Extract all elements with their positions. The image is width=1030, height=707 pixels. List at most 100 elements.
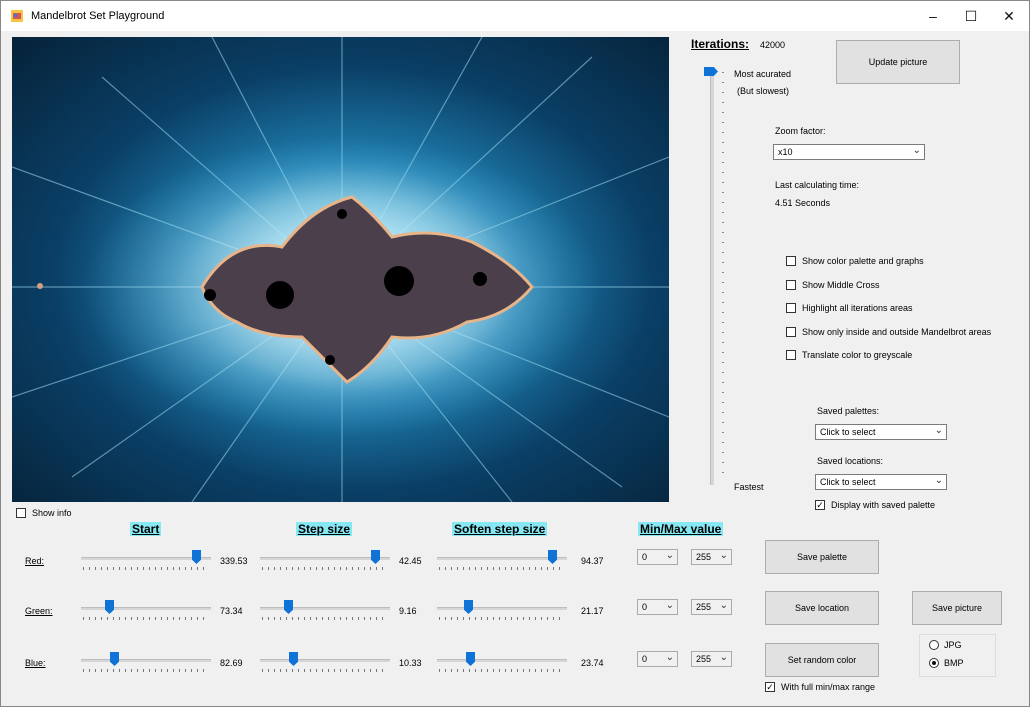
slider-track[interactable]	[437, 557, 567, 560]
min-value: 0	[642, 552, 648, 562]
slider-thumb[interactable]	[284, 600, 293, 614]
update-picture-button[interactable]: Update picture	[836, 40, 960, 84]
bmp-radio[interactable]: BMP	[929, 658, 964, 668]
step-slider[interactable]	[260, 600, 390, 620]
step-slider[interactable]	[260, 550, 390, 570]
start-slider[interactable]	[81, 600, 211, 620]
chevron-down-icon: ⌄	[665, 652, 674, 663]
slider-thumb[interactable]	[371, 550, 380, 564]
slider-track[interactable]	[437, 607, 567, 610]
checkbox-box[interactable]: ✓	[815, 500, 825, 510]
bmp-label: BMP	[944, 658, 964, 668]
iterations-label: Iterations:	[691, 37, 750, 51]
saved-palettes-label: Saved palettes:	[817, 406, 880, 416]
mandelbrot-render	[12, 37, 669, 502]
start-slider[interactable]	[81, 652, 211, 672]
min-value: 0	[642, 602, 648, 612]
checkbox-box[interactable]	[786, 350, 796, 360]
window-title: Mandelbrot Set Playground	[31, 10, 165, 22]
chevron-down-icon: ⌄	[665, 600, 674, 611]
slider-thumb[interactable]	[464, 600, 473, 614]
app-icon	[11, 10, 23, 22]
soften-slider[interactable]	[437, 652, 567, 672]
max-value: 255	[696, 552, 712, 562]
iterations-top-label: Most acurated	[734, 69, 792, 79]
slider-track[interactable]	[260, 659, 390, 662]
option-checkbox[interactable]: Translate color to greyscale	[786, 350, 912, 360]
radio-dot[interactable]	[929, 658, 939, 668]
option-checkbox[interactable]: Show Middle Cross	[786, 280, 880, 290]
chevron-down-icon: ⌄	[719, 600, 728, 611]
slider-thumb[interactable]	[105, 600, 114, 614]
radio-dot[interactable]	[929, 640, 939, 650]
slider-ticks	[439, 669, 565, 672]
checkbox-box[interactable]	[786, 327, 796, 337]
option-checkbox[interactable]: Show color palette and graphs	[786, 256, 924, 266]
slider-ticks	[83, 617, 209, 620]
display-saved-palette-label: Display with saved palette	[831, 500, 936, 510]
step-slider[interactable]	[260, 652, 390, 672]
save-location-button[interactable]: Save location	[765, 591, 879, 625]
option-label: Translate color to greyscale	[802, 350, 913, 360]
slider-track[interactable]	[81, 557, 211, 560]
slider-track[interactable]	[260, 607, 390, 610]
min-select[interactable]: 0 ⌄	[637, 651, 678, 667]
save-picture-button[interactable]: Save picture	[912, 591, 1002, 625]
zoom-label: Zoom factor:	[775, 126, 826, 136]
slider-thumb[interactable]	[466, 652, 475, 666]
min-select[interactable]: 0 ⌄	[637, 599, 678, 615]
slider-track[interactable]	[81, 607, 211, 610]
max-select[interactable]: 255 ⌄	[691, 599, 732, 615]
show-info-checkbox[interactable]: Show info	[16, 508, 72, 518]
start-slider[interactable]	[81, 550, 211, 570]
slider-track[interactable]	[81, 659, 211, 662]
timing-value: 4.51 Seconds	[775, 198, 831, 208]
channel-label: Blue:	[25, 658, 46, 668]
mandelbrot-picture[interactable]	[12, 37, 669, 502]
iterations-top-sublabel: (But slowest)	[737, 86, 790, 96]
iterations-slider-track[interactable]	[710, 70, 714, 485]
save-palette-button[interactable]: Save palette	[765, 540, 879, 574]
soften-value: 94.37	[581, 556, 604, 566]
set-random-color-button[interactable]: Set random color	[765, 643, 879, 677]
min-value: 0	[642, 654, 648, 664]
iterations-bottom-label: Fastest	[734, 482, 764, 492]
soften-slider[interactable]	[437, 550, 567, 570]
checkbox-box[interactable]: ✓	[765, 682, 775, 692]
slider-thumb[interactable]	[110, 652, 119, 666]
option-checkbox[interactable]: Highlight all iterations areas	[786, 303, 913, 313]
checkbox-box[interactable]	[16, 508, 26, 518]
slider-track[interactable]	[437, 659, 567, 662]
jpg-radio[interactable]: JPG	[929, 640, 962, 650]
saved-palettes-select[interactable]: Click to select ⌄	[815, 424, 947, 440]
option-checkbox[interactable]: Show only inside and outside Mandelbrot …	[786, 327, 991, 337]
max-select[interactable]: 255 ⌄	[691, 549, 732, 565]
slider-thumb[interactable]	[289, 652, 298, 666]
saved-locations-label: Saved locations:	[817, 456, 884, 466]
max-value: 255	[696, 602, 712, 612]
close-icon[interactable]: ✕	[989, 1, 1029, 31]
saved-palettes-value: Click to select	[820, 427, 876, 437]
maximize-icon[interactable]: ☐	[951, 1, 991, 31]
checkbox-box[interactable]	[786, 303, 796, 313]
saved-locations-select[interactable]: Click to select ⌄	[815, 474, 947, 490]
full-range-checkbox[interactable]: ✓ With full min/max range	[765, 682, 875, 692]
soften-slider[interactable]	[437, 600, 567, 620]
checkbox-box[interactable]	[786, 280, 796, 290]
slider-thumb[interactable]	[548, 550, 557, 564]
max-select[interactable]: 255 ⌄	[691, 651, 732, 667]
slider-thumb[interactable]	[192, 550, 201, 564]
minimize-icon[interactable]: –	[913, 1, 953, 31]
slider-track[interactable]	[260, 557, 390, 560]
checkbox-box[interactable]	[786, 256, 796, 266]
timing-label: Last calculating time:	[775, 180, 860, 190]
start-value: 339.53	[220, 556, 248, 566]
zoom-value: x10	[778, 147, 793, 157]
iterations-slider-ticks	[722, 72, 724, 482]
title-bar[interactable]: Mandelbrot Set Playground – ☐ ✕	[1, 1, 1029, 31]
zoom-select[interactable]: x10 ⌄	[773, 144, 925, 160]
display-saved-palette-checkbox[interactable]: ✓ Display with saved palette	[815, 500, 935, 510]
slider-ticks	[439, 617, 565, 620]
min-select[interactable]: 0 ⌄	[637, 549, 678, 565]
chevron-down-icon: ⌄	[665, 550, 674, 561]
